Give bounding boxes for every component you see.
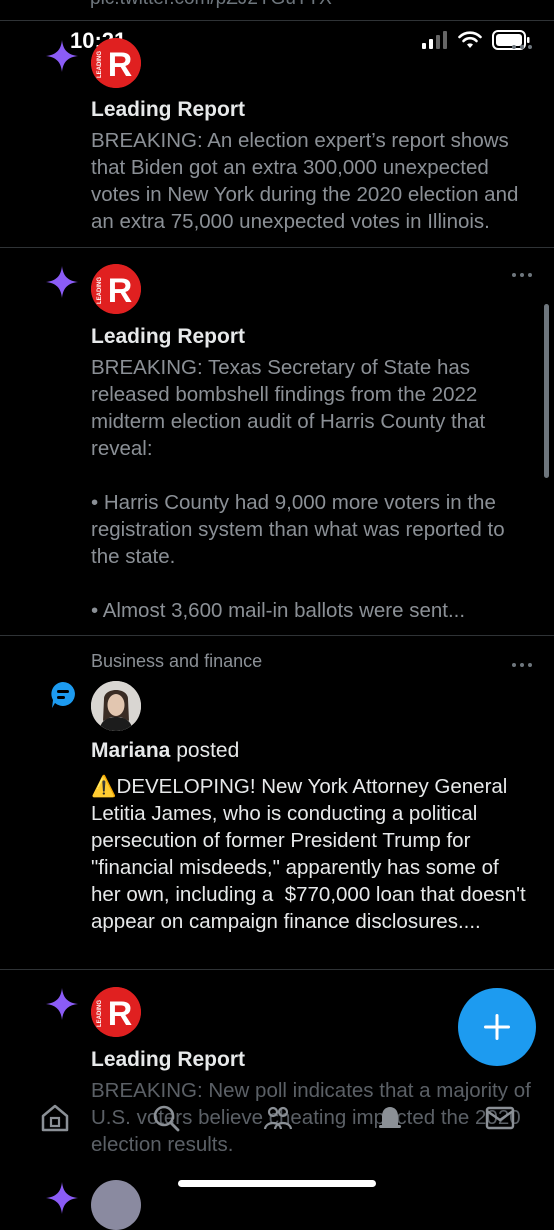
signal-icon bbox=[422, 31, 447, 49]
leading-report-avatar[interactable]: R LEADING bbox=[91, 38, 141, 88]
sparkle-icon bbox=[46, 266, 78, 298]
leading-report-logo: R LEADING bbox=[91, 264, 141, 314]
post-author[interactable]: Leading Report bbox=[91, 98, 245, 122]
post-author[interactable]: Leading Report bbox=[91, 1048, 245, 1072]
divider bbox=[0, 20, 554, 21]
home-indicator bbox=[178, 1180, 376, 1187]
topic-label[interactable]: Business and finance bbox=[91, 651, 262, 672]
plus-icon bbox=[484, 1014, 510, 1040]
notifications-icon[interactable] bbox=[374, 1102, 406, 1134]
leading-report-logo: R LEADING bbox=[91, 987, 141, 1037]
post-text: BREAKING: An election expert’s report sh… bbox=[91, 129, 525, 233]
search-icon[interactable] bbox=[150, 1102, 182, 1134]
home-icon[interactable] bbox=[39, 1102, 71, 1134]
sparkle-icon bbox=[46, 988, 78, 1020]
post-author[interactable]: Leading Report bbox=[91, 325, 245, 349]
svg-text:R: R bbox=[108, 46, 133, 84]
author-action: posted bbox=[170, 739, 240, 762]
svg-text:R: R bbox=[108, 272, 133, 310]
sparkle-icon bbox=[46, 1182, 78, 1214]
leading-report-avatar[interactable]: R LEADING bbox=[91, 264, 141, 314]
post-text: BREAKING: Texas Secretary of State has r… bbox=[91, 356, 505, 622]
svg-text:R: R bbox=[108, 995, 133, 1033]
leading-report-logo: R LEADING bbox=[91, 38, 141, 88]
wifi-icon bbox=[458, 31, 482, 48]
profile-photo bbox=[91, 681, 141, 731]
svg-text:LEADING: LEADING bbox=[97, 51, 103, 78]
post-text: ⚠️DEVELOPING! New York Attorney General … bbox=[91, 775, 532, 933]
next-post-avatar[interactable] bbox=[91, 1180, 141, 1230]
messages-icon[interactable] bbox=[484, 1102, 516, 1134]
more-icon[interactable] bbox=[510, 42, 534, 52]
compose-button[interactable] bbox=[458, 988, 536, 1066]
scrollbar[interactable] bbox=[544, 304, 549, 478]
sparkle-icon bbox=[46, 40, 78, 72]
divider bbox=[0, 247, 554, 248]
communities-icon[interactable] bbox=[262, 1102, 294, 1134]
mariana-avatar[interactable] bbox=[91, 681, 141, 731]
divider bbox=[0, 635, 554, 636]
post-author[interactable]: Mariana posted bbox=[91, 739, 239, 763]
previous-post-link[interactable]: pic.twitter.com/pZJ2YGuTTX bbox=[90, 0, 332, 10]
topic-bubble-icon bbox=[51, 682, 75, 708]
more-icon[interactable] bbox=[510, 660, 534, 670]
leading-report-avatar[interactable]: R LEADING bbox=[91, 987, 141, 1037]
svg-text:LEADING: LEADING bbox=[97, 1000, 103, 1027]
divider bbox=[0, 969, 554, 970]
more-icon[interactable] bbox=[510, 270, 534, 280]
author-name[interactable]: Mariana bbox=[91, 739, 170, 762]
svg-text:LEADING: LEADING bbox=[97, 277, 103, 304]
